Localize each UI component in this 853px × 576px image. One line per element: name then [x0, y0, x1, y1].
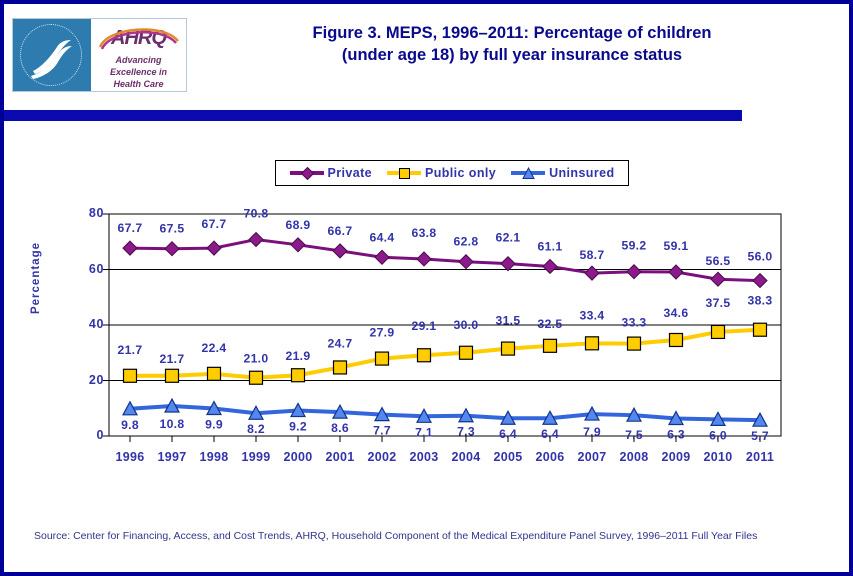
x-tick-label: 1999	[241, 450, 271, 464]
x-tick-label: 2009	[661, 450, 691, 464]
data-point-label: 7.5	[625, 428, 643, 442]
x-tick-label: 2000	[283, 450, 313, 464]
x-tick-label: 2007	[577, 450, 607, 464]
data-point-marker	[290, 368, 306, 383]
ahrq-arc: AHRQ	[91, 24, 186, 54]
data-point-label: 66.7	[328, 224, 353, 238]
x-tick-label: 2006	[535, 450, 565, 464]
data-point-label: 61.1	[538, 239, 563, 253]
data-point-marker	[458, 345, 474, 360]
ahrq-tagline-2: Excellence in	[109, 67, 168, 77]
hhs-seal-icon	[13, 19, 91, 91]
data-point-label: 5.7	[751, 429, 769, 443]
ahrq-wordmark: AHRQ Advancing Excellence in Health Care	[91, 19, 186, 91]
chart: Private Public only Uninsured Percentage…	[4, 124, 849, 504]
data-point-marker	[206, 366, 222, 381]
data-point-label: 34.6	[664, 306, 689, 320]
x-tick-label: 2005	[493, 450, 523, 464]
data-point-marker	[752, 322, 768, 337]
data-point-label: 8.6	[331, 421, 349, 435]
data-point-label: 31.5	[496, 314, 521, 328]
x-tick-label: 1996	[115, 450, 145, 464]
data-point-marker	[668, 332, 684, 348]
data-point-marker	[626, 336, 642, 351]
x-tick-label: 2003	[409, 450, 439, 464]
data-point-label: 67.7	[202, 217, 227, 231]
data-point-label: 22.4	[202, 341, 227, 355]
figure-title-line-1: Figure 3. MEPS, 1996–2011: Percentage of…	[312, 24, 712, 42]
figure-page: AHRQ Advancing Excellence in Health Care…	[0, 0, 853, 576]
data-point-label: 9.9	[205, 418, 223, 432]
x-tick-label: 1998	[199, 450, 229, 464]
data-point-label: 67.7	[118, 221, 143, 235]
x-tick-label: 2002	[367, 450, 397, 464]
data-point-label: 21.7	[160, 352, 185, 366]
data-point-label: 21.9	[286, 349, 311, 363]
data-point-label: 30.0	[454, 318, 479, 332]
data-point-marker	[710, 324, 726, 340]
data-point-label: 70.8	[244, 207, 269, 221]
ahrq-logo: AHRQ Advancing Excellence in Health Care	[12, 18, 187, 92]
data-point-label: 24.7	[328, 336, 353, 350]
plot-svg: 67.7 67.5 67.7 70.8 68.9 66.7 64.4 63.8 62.8 62.1…	[103, 207, 782, 443]
data-point-marker	[248, 370, 264, 385]
data-point-label: 62.8	[454, 235, 479, 249]
data-point-label: 10.8	[160, 417, 185, 431]
data-point-marker	[164, 368, 180, 383]
data-point-label: 59.2	[622, 239, 647, 253]
data-point-label: 27.9	[370, 326, 395, 340]
ahrq-tagline-3: Health Care	[113, 79, 164, 89]
data-point-label: 8.2	[247, 422, 265, 436]
data-point-label: 68.9	[286, 218, 311, 232]
data-point-label: 64.4	[370, 230, 395, 244]
data-point-label: 6.4	[499, 427, 517, 441]
x-tick-label: 2001	[325, 450, 355, 464]
data-point-label: 33.3	[622, 316, 647, 330]
data-point-marker	[122, 368, 138, 383]
data-point-label: 62.1	[496, 231, 521, 245]
source-note: Source: Center for Financing, Access, an…	[34, 530, 758, 542]
data-point-marker	[584, 336, 600, 351]
data-point-marker	[332, 360, 348, 375]
data-point-label: 56.5	[706, 254, 731, 268]
data-point-marker	[416, 348, 432, 363]
data-point-label: 56.0	[748, 250, 773, 264]
data-point-label: 7.9	[583, 425, 601, 439]
x-tick-label: 2011	[745, 450, 775, 464]
data-point-label: 9.2	[289, 419, 307, 433]
data-point-label: 6.0	[709, 428, 727, 442]
plot-area-wrapper: Percentage 0 20 40 60 80 67.7 67.5 67.7 70.8 68.…	[4, 124, 849, 504]
figure-title: Figure 3. MEPS, 1996–2011: Percentage of…	[192, 22, 832, 66]
data-point-label: 38.3	[748, 294, 773, 308]
data-point-marker	[500, 341, 516, 356]
data-point-marker	[542, 338, 558, 353]
data-point-label: 37.5	[706, 296, 731, 310]
x-tick-label: 2008	[619, 450, 649, 464]
data-point-label: 21.7	[118, 343, 143, 357]
data-point-label: 29.1	[412, 319, 437, 333]
data-point-label: 32.5	[538, 317, 563, 331]
x-tick-label: 2010	[703, 450, 733, 464]
header-rule	[4, 110, 742, 121]
data-point-label: 7.7	[373, 424, 391, 438]
hhs-eagle-icon	[31, 40, 72, 79]
data-point-label: 7.1	[415, 425, 433, 439]
x-tick-label: 1997	[157, 450, 187, 464]
figure-title-line-2: (under age 18) by full year insurance st…	[341, 46, 683, 64]
data-point-label: 59.1	[664, 239, 689, 253]
header: AHRQ Advancing Excellence in Health Care…	[4, 4, 849, 100]
data-point-label: 6.3	[667, 428, 685, 442]
data-point-marker	[374, 351, 390, 366]
data-point-label: 6.4	[541, 427, 559, 441]
data-point-label: 33.4	[580, 308, 605, 322]
x-tick-label: 2004	[451, 450, 481, 464]
data-point-label: 58.7	[580, 248, 605, 262]
ahrq-tagline-1: Advancing	[115, 55, 162, 65]
data-point-label: 7.3	[457, 425, 475, 439]
data-point-label: 9.8	[121, 418, 139, 432]
ahrq-rainbow-arc-icon	[98, 28, 179, 50]
data-point-label: 21.0	[244, 352, 269, 366]
data-point-label: 63.8	[412, 226, 437, 240]
data-point-label: 67.5	[160, 222, 185, 236]
